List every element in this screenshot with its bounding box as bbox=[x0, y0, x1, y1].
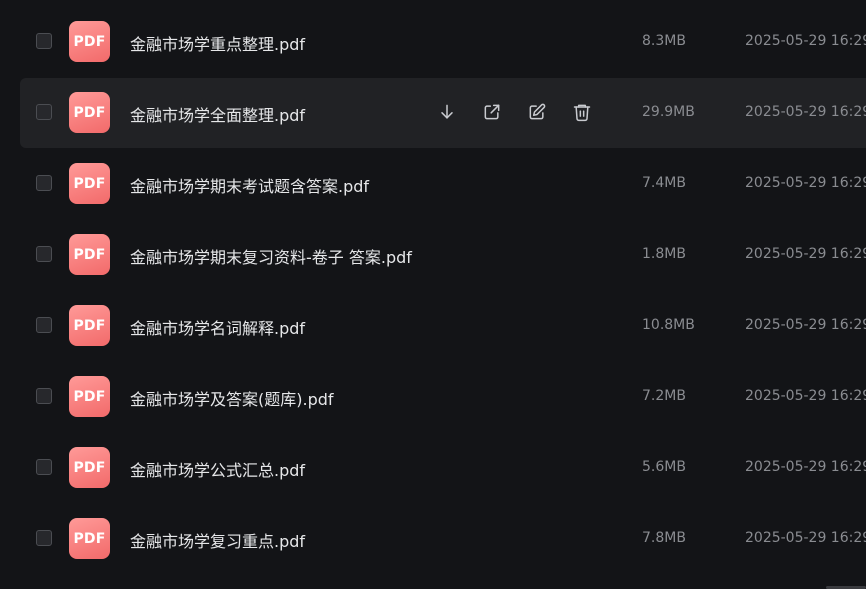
file-size: 5.6MB bbox=[642, 459, 686, 475]
file-date: 2025-05-29 16:29 bbox=[745, 33, 866, 49]
file-name[interactable]: 金融市场学名词解释.pdf bbox=[130, 315, 305, 339]
file-row[interactable]: PDF 金融市场学期末考试题含答案.pdf 7.4MB 2025-05-29 1… bbox=[20, 149, 866, 219]
file-size: 7.2MB bbox=[642, 388, 686, 404]
file-row[interactable]: PDF 金融市场学复习重点.pdf 7.8MB 2025-05-29 16:29 bbox=[20, 504, 866, 574]
file-size: 29.9MB bbox=[642, 104, 695, 120]
file-row[interactable]: PDF 金融市场学重点整理.pdf 8.3MB 2025-05-29 16:29 bbox=[20, 7, 866, 77]
pdf-file-icon: PDF bbox=[69, 376, 110, 417]
row-checkbox[interactable] bbox=[36, 104, 52, 120]
file-name[interactable]: 金融市场学期末考试题含答案.pdf bbox=[130, 173, 369, 197]
file-size: 7.4MB bbox=[642, 175, 686, 191]
row-checkbox[interactable] bbox=[36, 388, 52, 404]
delete-icon bbox=[573, 104, 591, 122]
file-name[interactable]: 金融市场学期末复习资料-卷子 答案.pdf bbox=[130, 244, 412, 268]
share-icon bbox=[484, 104, 500, 120]
file-size: 7.8MB bbox=[642, 530, 686, 546]
file-size: 8.3MB bbox=[642, 33, 686, 49]
file-name[interactable]: 金融市场学复习重点.pdf bbox=[130, 528, 305, 552]
file-list: PDF 金融市场学重点整理.pdf 8.3MB 2025-05-29 16:29… bbox=[0, 0, 866, 589]
file-name[interactable]: 金融市场学及答案(题库).pdf bbox=[130, 386, 334, 410]
file-row[interactable]: PDF 金融市场学及答案(题库).pdf 7.2MB 2025-05-29 16… bbox=[20, 362, 866, 432]
file-date: 2025-05-29 16:29 bbox=[745, 388, 866, 404]
row-checkbox[interactable] bbox=[36, 33, 52, 49]
file-row[interactable]: PDF 金融市场学名词解释.pdf 10.8MB 2025-05-29 16:2… bbox=[20, 291, 866, 361]
file-name[interactable]: 金融市场学全面整理.pdf bbox=[130, 102, 305, 126]
row-checkbox[interactable] bbox=[36, 175, 52, 191]
file-name[interactable]: 金融市场学公式汇总.pdf bbox=[130, 457, 305, 481]
pdf-file-icon: PDF bbox=[69, 234, 110, 275]
file-date: 2025-05-29 16:29 bbox=[745, 175, 866, 191]
download-button[interactable] bbox=[436, 101, 458, 123]
download-icon bbox=[441, 104, 453, 119]
file-name[interactable]: 金融市场学重点整理.pdf bbox=[130, 31, 305, 55]
row-checkbox[interactable] bbox=[36, 246, 52, 262]
file-size: 10.8MB bbox=[642, 317, 695, 333]
file-date: 2025-05-29 16:29 bbox=[745, 530, 866, 546]
row-checkbox[interactable] bbox=[36, 317, 52, 333]
delete-button[interactable] bbox=[571, 101, 593, 123]
file-row[interactable]: PDF 金融市场学全面整理.pdf 29.9MB 2025-05-29 16:2… bbox=[20, 78, 866, 148]
edit-icon bbox=[529, 103, 546, 120]
pdf-file-icon: PDF bbox=[69, 21, 110, 62]
row-checkbox[interactable] bbox=[36, 459, 52, 475]
file-size: 1.8MB bbox=[642, 246, 686, 262]
share-button[interactable] bbox=[481, 101, 503, 123]
pdf-file-icon: PDF bbox=[69, 305, 110, 346]
file-date: 2025-05-29 16:29 bbox=[745, 104, 866, 120]
pdf-file-icon: PDF bbox=[69, 92, 110, 133]
pdf-file-icon: PDF bbox=[69, 447, 110, 488]
file-row[interactable]: PDF 金融市场学期末复习资料-卷子 答案.pdf 1.8MB 2025-05-… bbox=[20, 220, 866, 290]
pdf-file-icon: PDF bbox=[69, 518, 110, 559]
row-checkbox[interactable] bbox=[36, 530, 52, 546]
edit-button[interactable] bbox=[526, 101, 548, 123]
pdf-file-icon: PDF bbox=[69, 163, 110, 204]
file-date: 2025-05-29 16:29 bbox=[745, 246, 866, 262]
file-date: 2025-05-29 16:29 bbox=[745, 317, 866, 333]
file-date: 2025-05-29 16:29 bbox=[745, 459, 866, 475]
file-row[interactable]: PDF 金融市场学公式汇总.pdf 5.6MB 2025-05-29 16:29 bbox=[20, 433, 866, 503]
